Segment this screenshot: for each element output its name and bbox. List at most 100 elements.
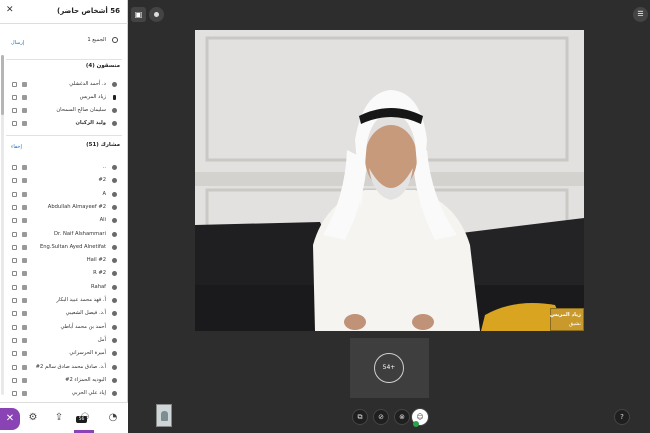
attendee-name: #2 [98,177,106,184]
menu-icon[interactable] [12,204,17,210]
menu-icon[interactable] [12,364,17,370]
menu-icon[interactable] [12,231,17,237]
list-item[interactable]: R #2 [0,269,124,278]
chat-icon[interactable]: ◔ [104,409,122,427]
attendee-name: Hail #2 [86,257,106,264]
status-icon [22,165,27,170]
menu-icon[interactable] [12,271,17,277]
user-icon [112,391,117,397]
menu-icon[interactable] [12,165,17,170]
attendee-name: وليد الركبان [75,120,106,126]
record-button[interactable] [149,7,164,22]
user-icon [112,82,117,87]
status-icon [22,108,27,113]
menu-icon[interactable] [12,121,17,126]
status-icon [22,121,27,126]
menu-icon[interactable] [12,218,17,224]
menu-icon[interactable] [12,337,17,343]
share-icon[interactable]: ⇪ [50,409,68,427]
status-icon [22,324,27,330]
status-icon [22,364,27,370]
status-icon [22,191,27,197]
status-icon [22,271,27,277]
list-item[interactable]: أ. فهد محمد عبيد البكار [0,296,124,305]
list-item[interactable]: #2 [0,176,124,185]
menu-icon[interactable] [12,82,17,87]
send-link[interactable]: إرسال [11,40,24,46]
list-item[interactable]: Abdullah Almayeef #2 [0,203,124,212]
menu-icon[interactable] [12,391,17,397]
self-view-thumbnail[interactable] [156,404,172,427]
attendee-name: Abdullah Almayeef #2 [47,203,106,210]
list-item[interactable]: Eng.Sultan Ayed Alnetifat [0,243,124,252]
menu-icon[interactable] [12,244,17,250]
user-icon[interactable]: ☺ [411,408,429,427]
user-icon [112,377,117,383]
menu-icon[interactable] [12,178,17,184]
hide-link[interactable]: إخفاء [11,144,22,150]
list-item[interactable]: Rahaf [0,283,124,292]
panel-title: 56 أشخاص حاضر) [57,7,120,15]
menu-icon[interactable] [12,324,17,330]
user-icon [112,271,117,277]
list-item[interactable]: أ.د. صادق محمد صادق سالم 2# [0,363,124,372]
speaker-name-tag: زياد المريس نشيق [550,308,584,331]
help-icon[interactable]: ? [614,409,630,425]
more-participants-tile[interactable]: 54+ [350,338,429,398]
status-dot [413,421,419,427]
camera-off-icon[interactable]: ⊘ [373,409,389,425]
status-icon [22,218,27,224]
list-item[interactable]: د. أحمد الدغشلي [0,80,124,89]
hamburger-menu-icon[interactable]: ☰ [633,7,648,22]
menu-icon[interactable] [12,95,17,100]
list-item[interactable]: Dr. Naif Alshammari [0,230,124,239]
everyone-label: الجميع 1 [87,37,106,43]
group-icon [112,37,118,43]
share-icon[interactable]: ⧉ [352,409,368,425]
status-icon [22,95,27,100]
list-item[interactable]: زياد المريس [0,93,124,102]
attendee-name: Ali [99,217,106,224]
list-item[interactable]: Ali [0,216,124,225]
attendee-name: سليمان صالح السمحان [56,107,106,113]
mic-off-icon[interactable]: ⊗ [394,409,410,425]
user-icon [112,244,117,250]
list-item[interactable]: أمل [0,336,124,345]
list-item[interactable]: أ.د. فيصل الشعيبي [0,309,124,318]
menu-icon[interactable] [12,108,17,113]
gear-icon[interactable]: ⚙ [24,409,42,427]
list-item[interactable]: أحمد بن محمد أباطي [0,323,124,332]
attendee-list[interactable]: الجميع 1 إرسال منسقون (4) د. أحمد الدغشل… [0,25,128,401]
menu-icon[interactable] [12,191,17,197]
menu-icon[interactable] [12,284,17,290]
layout-menu-button[interactable]: ▣ [131,7,146,22]
user-icon [112,108,117,113]
status-icon [22,284,27,290]
attendees-panel: ✕ 56 أشخاص حاضر) الجميع 1 إرسال منسقون (… [0,0,128,433]
menu-icon[interactable] [12,298,17,303]
menu-icon[interactable] [12,377,17,383]
status-icon [22,244,27,250]
menu-icon[interactable] [12,351,17,357]
list-item[interactable]: أميرة الحرسراني [0,349,124,358]
user-icon [112,258,117,264]
menu-icon[interactable] [12,311,17,317]
mic-icon [113,95,116,100]
status-icon [22,204,27,210]
list-item[interactable]: A [0,190,124,199]
list-item[interactable]: سليمان صالح السمحان [0,106,124,115]
list-item[interactable]: إياد علي الحربي [0,389,124,398]
attendee-name: إياد علي الحربي [71,390,106,397]
list-item[interactable]: .. [0,163,124,172]
close-icon[interactable]: ✕ [6,5,14,15]
list-item[interactable]: Hail #2 [0,256,124,265]
attendee-name: A [102,190,106,197]
divider [6,59,122,60]
status-icon [22,298,27,303]
menu-icon[interactable] [12,258,17,264]
close-panel-button[interactable]: ✕ [0,408,20,430]
list-item[interactable]: البوديه الحمزاء 2# [0,376,124,385]
user-icon [112,364,117,370]
user-icon [112,218,117,224]
list-item[interactable]: وليد الركبان [0,119,124,128]
